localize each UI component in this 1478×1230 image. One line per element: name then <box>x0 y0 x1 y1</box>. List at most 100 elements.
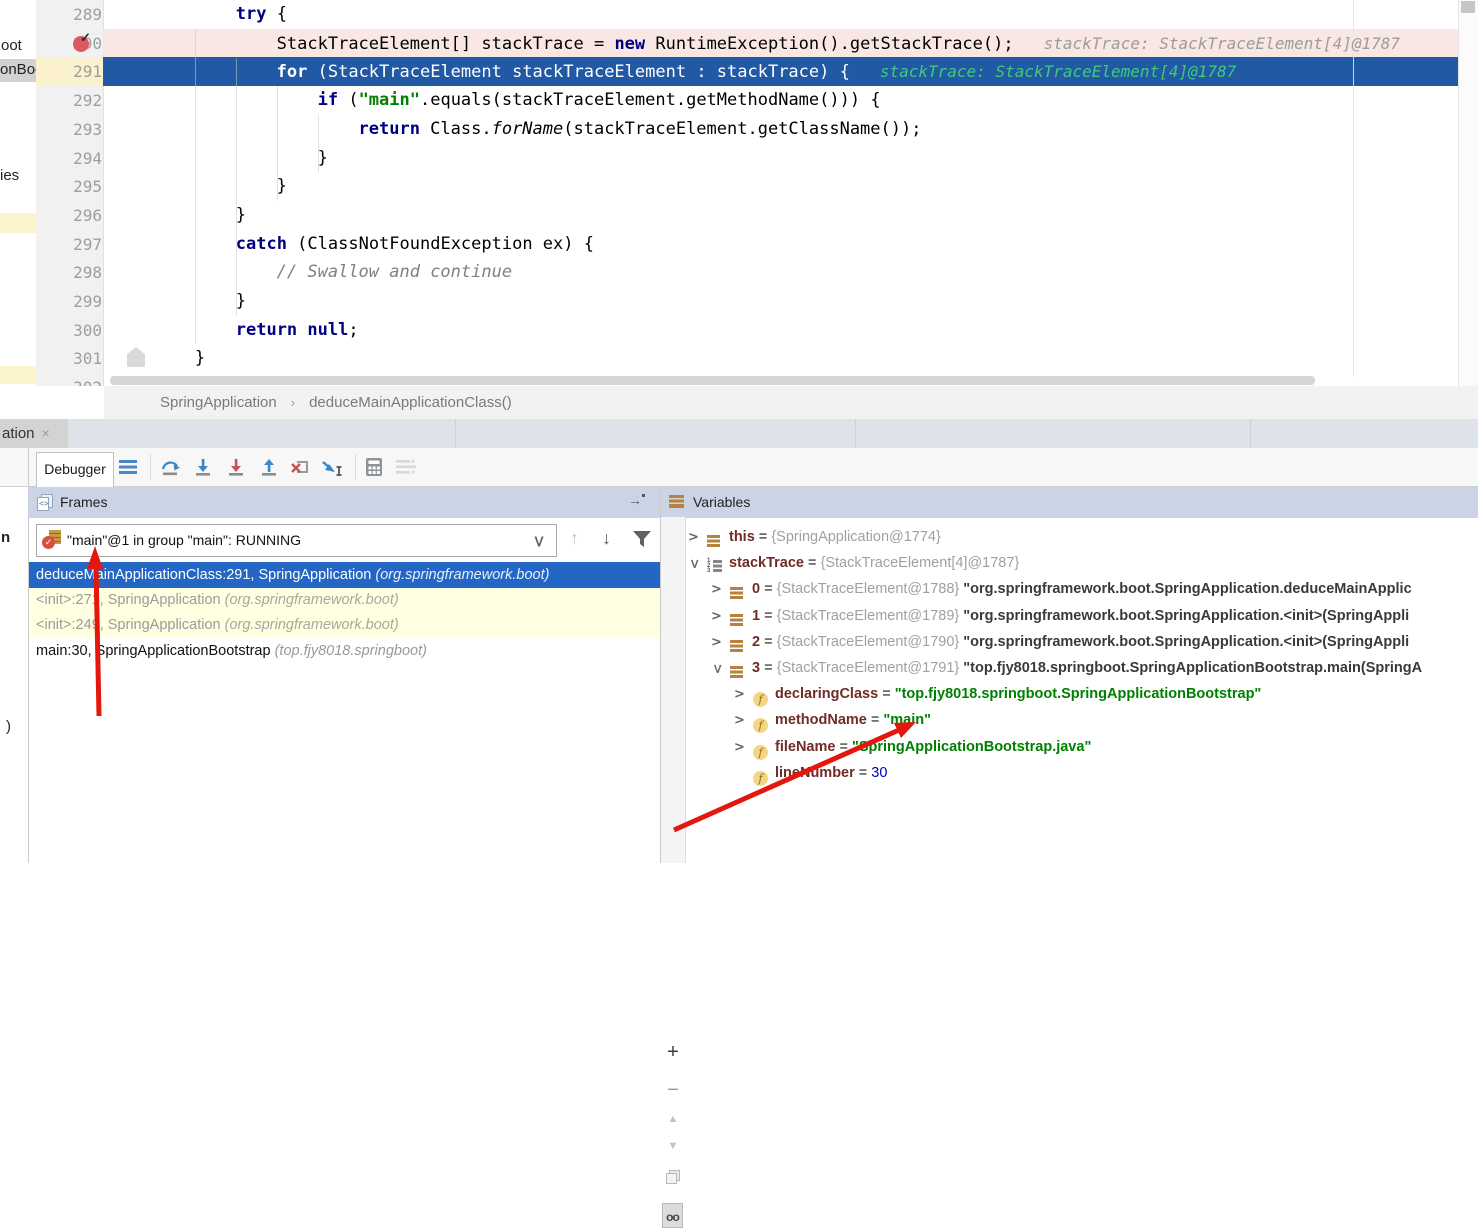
chevron-collapsed-icon[interactable]: > <box>711 629 725 656</box>
variable-string-value: "org.springframework.boot.SpringApplicat… <box>963 634 1409 650</box>
breakpoint-verified-check-icon: ✓ <box>80 30 91 46</box>
right-margin-guide <box>1353 87 1354 377</box>
evaluate-expression-icon[interactable] <box>362 455 386 479</box>
breadcrumb-method[interactable]: deduceMainApplicationClass() <box>309 394 512 411</box>
project-tree-highlight-row <box>0 366 36 384</box>
variable-name: 0 <box>752 581 760 597</box>
variable-string-value: "top.fjy8018.springboot.SpringApplicatio… <box>963 660 1422 676</box>
chevron-collapsed-icon[interactable]: > <box>711 603 725 630</box>
variable-row[interactable]: >1 = {StackTraceElement@1789} "org.sprin… <box>0 603 1478 629</box>
show-watches-button[interactable]: oo <box>662 1203 683 1228</box>
breadcrumb-class[interactable]: SpringApplication <box>160 394 277 411</box>
variable-name: declaringClass <box>775 686 878 702</box>
variable-string-value: "main" <box>883 712 931 728</box>
move-up-button[interactable]: ▲ <box>661 1113 685 1125</box>
drop-frame-icon[interactable] <box>288 455 312 479</box>
variable-name: 3 <box>752 660 760 676</box>
layout-settings-icon[interactable] <box>394 455 418 479</box>
vertical-scrollbar-thumb[interactable] <box>1461 1 1475 13</box>
chevron-collapsed-icon[interactable]: > <box>734 734 748 761</box>
frames-panel-title: Frames <box>60 487 107 518</box>
variable-row[interactable]: flineNumber = 30 <box>0 760 1478 786</box>
tab-debugger[interactable]: Debugger <box>36 452 114 488</box>
chevron-collapsed-icon[interactable]: > <box>734 707 748 734</box>
field-icon: f <box>753 765 768 791</box>
editor-line[interactable]: try { <box>113 0 287 29</box>
project-tree-fragment[interactable]: n <box>1 529 10 546</box>
editor-line[interactable]: } <box>113 144 328 173</box>
breadcrumb-separator-icon: › <box>291 395 295 410</box>
tab-application[interactable]: ation× <box>0 419 68 448</box>
code-editor[interactable]: oot onBoot ies 289290✓291292293294295296… <box>0 0 1478 386</box>
menu-icon[interactable] <box>116 455 140 479</box>
variable-row[interactable]: >fmethodName = "main" <box>0 707 1478 733</box>
variable-row[interactable]: >3 = {StackTraceElement@1791} "top.fjy80… <box>0 655 1478 681</box>
editor-line[interactable]: } <box>113 201 246 230</box>
editor-line[interactable]: return Class.forName(stackTraceElement.g… <box>113 115 921 144</box>
editor-line[interactable]: StackTraceElement[] stackTrace = new Run… <box>113 29 1400 58</box>
svg-text:<>: <> <box>39 499 49 508</box>
variable-name: 1 <box>752 608 760 624</box>
chevron-collapsed-icon[interactable]: > <box>734 681 748 708</box>
variable-ref-value: {StackTraceElement@1789} <box>777 608 964 624</box>
right-margin-guide <box>1353 58 1354 87</box>
editor-line[interactable]: // Swallow and continue <box>113 258 512 287</box>
editor-line[interactable]: return null; <box>113 316 359 345</box>
tab-close-icon[interactable]: × <box>42 425 50 441</box>
variable-row[interactable]: >123stackTrace = {StackTraceElement[4]@1… <box>0 550 1478 576</box>
chevron-collapsed-icon[interactable]: > <box>688 524 702 551</box>
variable-name: fileName <box>775 739 835 755</box>
editor-gutter[interactable]: 289290✓291292293294295296297298299300301… <box>36 0 104 386</box>
duplicate-watch-button[interactable] <box>661 1170 685 1189</box>
breadcrumb-bar: SpringApplication › deduceMainApplicationC… <box>0 386 1478 420</box>
focus-frame-icon[interactable]: → <box>628 492 645 508</box>
step-into-icon[interactable] <box>191 455 215 479</box>
variable-ref-value: {StackTraceElement[4]@1787} <box>821 555 1020 571</box>
variable-row[interactable]: >ffileName = "SpringApplicationBootstrap… <box>0 734 1478 760</box>
step-out-icon[interactable] <box>257 455 281 479</box>
variables-icon <box>669 495 684 511</box>
debug-tabstrip: ation× <box>0 419 1478 449</box>
variable-number-value: 30 <box>871 765 887 781</box>
variable-row[interactable]: >0 = {StackTraceElement@1788} "org.sprin… <box>0 576 1478 602</box>
project-tree-fragment: ) <box>6 718 11 735</box>
variable-row[interactable]: >fdeclaringClass = "top.fjy8018.springbo… <box>0 681 1478 707</box>
add-watch-button[interactable]: + <box>661 1041 685 1064</box>
move-down-button[interactable]: ▼ <box>661 1140 685 1152</box>
vertical-scrollbar-track[interactable] <box>1458 0 1478 386</box>
frames-panel-header: <> Frames → <box>28 487 660 519</box>
project-tree-fragment[interactable]: oot <box>1 37 22 54</box>
variable-name: lineNumber <box>775 765 855 781</box>
run-to-cursor-icon[interactable] <box>320 455 344 479</box>
variables-panel-header: Variables <box>661 487 1478 519</box>
editor-line[interactable]: } <box>113 287 246 316</box>
horizontal-scrollbar-thumb[interactable] <box>110 376 1315 385</box>
editor-line[interactable]: for (StackTraceElement stackTraceElement… <box>113 57 1236 86</box>
breadcrumb: SpringApplication › deduceMainApplicationC… <box>160 386 512 419</box>
variable-string-value: "top.fjy8018.springboot.SpringApplicatio… <box>895 686 1262 702</box>
chevron-expanded-icon[interactable]: > <box>711 655 725 682</box>
variable-ref-value: {StackTraceElement@1790} <box>777 634 964 650</box>
variable-name: this <box>729 529 755 545</box>
variable-row[interactable]: >2 = {StackTraceElement@1790} "org.sprin… <box>0 629 1478 655</box>
chevron-collapsed-icon[interactable]: > <box>711 576 725 603</box>
variable-ref-value: {StackTraceElement@1791} <box>777 660 964 676</box>
frames-icon: <> <box>36 493 55 515</box>
editor-line[interactable]: } <box>113 172 287 201</box>
variable-ref-value: {SpringApplication@1774} <box>771 529 941 545</box>
project-tree-fragment[interactable]: ies <box>0 167 19 184</box>
project-tree-highlight-row <box>0 213 36 233</box>
editor-code-area[interactable]: try {StackTraceElement[] stackTrace = ne… <box>103 0 1458 386</box>
variable-name: 2 <box>752 634 760 650</box>
step-over-icon[interactable] <box>158 455 182 479</box>
editor-line[interactable]: catch (ClassNotFoundException ex) { <box>113 230 594 259</box>
force-step-into-icon[interactable] <box>224 455 248 479</box>
variable-row[interactable]: >this = {SpringApplication@1774} <box>0 524 1478 550</box>
editor-line[interactable]: } <box>113 344 205 373</box>
editor-line[interactable]: if ("main".equals(stackTraceElement.getM… <box>113 86 881 115</box>
chevron-expanded-icon[interactable]: > <box>688 550 702 577</box>
variable-string-value: "org.springframework.boot.SpringApplicat… <box>963 608 1409 624</box>
variables-panel-title: Variables <box>693 487 750 518</box>
variable-string-value: "org.springframework.boot.SpringApplicat… <box>963 581 1411 597</box>
remove-watch-button[interactable]: − <box>661 1079 685 1102</box>
